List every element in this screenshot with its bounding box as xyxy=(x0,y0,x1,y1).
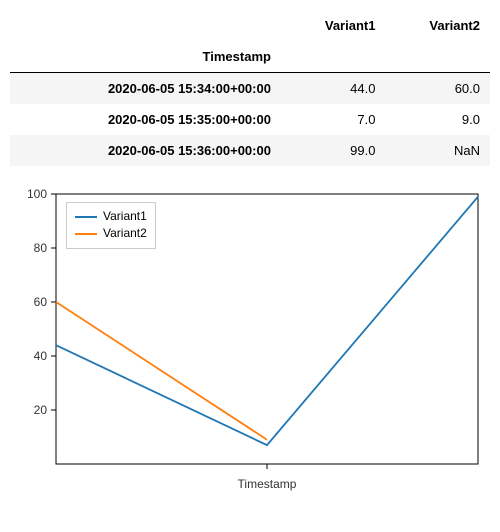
y-tick-label: 20 xyxy=(34,403,48,417)
table-row: 2020-06-05 15:35:00+00:00 7.0 9.0 xyxy=(10,104,490,135)
table-index-header-row: Timestamp xyxy=(10,41,490,73)
table-row: 2020-06-05 15:34:00+00:00 44.0 60.0 xyxy=(10,73,490,105)
legend-label: Variant1 xyxy=(103,208,147,225)
series-line-variant2 xyxy=(56,302,267,440)
legend-item: Variant2 xyxy=(75,225,147,242)
cell-variant2: 9.0 xyxy=(385,104,490,135)
line-chart: 20 40 60 80 100 Timestamp Variant1Variant2 xyxy=(10,184,490,504)
legend-item: Variant1 xyxy=(75,208,147,225)
cell-variant1: 99.0 xyxy=(281,135,386,166)
row-timestamp: 2020-06-05 15:35:00+00:00 xyxy=(10,104,281,135)
legend-swatch xyxy=(75,233,97,235)
table-column-header-row: Variant1 Variant2 xyxy=(10,10,490,41)
cell-variant1: 44.0 xyxy=(281,73,386,105)
y-tick-label: 80 xyxy=(34,241,48,255)
col-header-variant2: Variant2 xyxy=(385,10,490,41)
legend-swatch xyxy=(75,216,97,218)
row-timestamp: 2020-06-05 15:36:00+00:00 xyxy=(10,135,281,166)
row-timestamp: 2020-06-05 15:34:00+00:00 xyxy=(10,73,281,105)
x-axis-label: Timestamp xyxy=(238,477,297,491)
y-tick-label: 60 xyxy=(34,295,48,309)
chart-legend: Variant1Variant2 xyxy=(66,202,156,249)
cell-variant2: NaN xyxy=(385,135,490,166)
index-name: Timestamp xyxy=(10,41,281,73)
legend-label: Variant2 xyxy=(103,225,147,242)
table-row: 2020-06-05 15:36:00+00:00 99.0 NaN xyxy=(10,135,490,166)
y-tick-label: 100 xyxy=(27,187,47,201)
cell-variant2: 60.0 xyxy=(385,73,490,105)
y-tick-label: 40 xyxy=(34,349,48,363)
cell-variant1: 7.0 xyxy=(281,104,386,135)
col-header-variant1: Variant1 xyxy=(281,10,386,41)
data-table: Variant1 Variant2 Timestamp 2020-06-05 1… xyxy=(10,10,490,166)
